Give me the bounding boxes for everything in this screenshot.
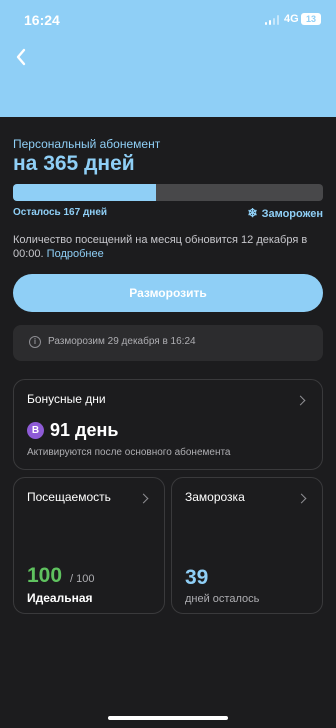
attendance-card[interactable]: Посещаемость 100 / 100 Идеальная (13, 477, 165, 614)
snowflake-icon: ❄ (247, 206, 258, 220)
more-link[interactable]: Подробнее (47, 248, 104, 260)
back-arrow-icon[interactable] (12, 47, 32, 67)
freeze-title: Заморозка (185, 490, 245, 504)
battery-icon: 13 (301, 13, 321, 25)
freeze-card[interactable]: Заморозка 39 дней осталось (171, 477, 323, 614)
notice-text: Разморозим 29 декабря в 16:24 (48, 336, 196, 347)
bonus-value: 91 день (50, 420, 119, 440)
network-type: 4G (284, 13, 299, 25)
attendance-value: 100 (27, 564, 63, 587)
attendance-total: / 100 (70, 573, 95, 585)
bonus-days-card[interactable]: Бонусные дни B 91 день Активируются посл… (13, 379, 323, 470)
attendance-title: Посещаемость (27, 490, 111, 504)
bonus-note: Активируются после основного абонемента (27, 447, 231, 458)
status-bar: 16:24 4G 13 (0, 0, 336, 40)
frozen-status: ❄ Заморожен (248, 206, 324, 220)
freeze-days-label: дней осталось (185, 593, 260, 605)
attendance-label: Идеальная (27, 591, 93, 605)
chevron-right-icon (295, 395, 306, 406)
progress-fill (13, 184, 156, 201)
subscription-progress-bar (13, 184, 323, 201)
chevron-right-icon (296, 493, 307, 504)
days-remaining: Осталось 167 дней (13, 207, 108, 218)
home-indicator[interactable] (108, 716, 228, 720)
bonus-title: Бонусные дни (27, 392, 106, 406)
subscription-label: Персональный абонемент (13, 137, 161, 151)
info-icon: i (29, 336, 41, 348)
unfreeze-notice: i Разморозим 29 декабря в 16:24 (13, 325, 323, 361)
freeze-days-value: 39 (185, 566, 209, 589)
chevron-right-icon (138, 493, 149, 504)
bonus-badge-icon: B (27, 422, 44, 439)
header-banner: 16:24 4G 13 (0, 0, 336, 117)
signal-icon (265, 15, 280, 25)
unfreeze-button[interactable]: Разморозить (13, 274, 323, 312)
status-time: 16:24 (24, 12, 60, 28)
frozen-status-label: Заморожен (261, 208, 323, 220)
visits-info: Количество посещений на месяц обновится … (13, 233, 313, 261)
subscription-title: на 365 дней (13, 152, 135, 175)
